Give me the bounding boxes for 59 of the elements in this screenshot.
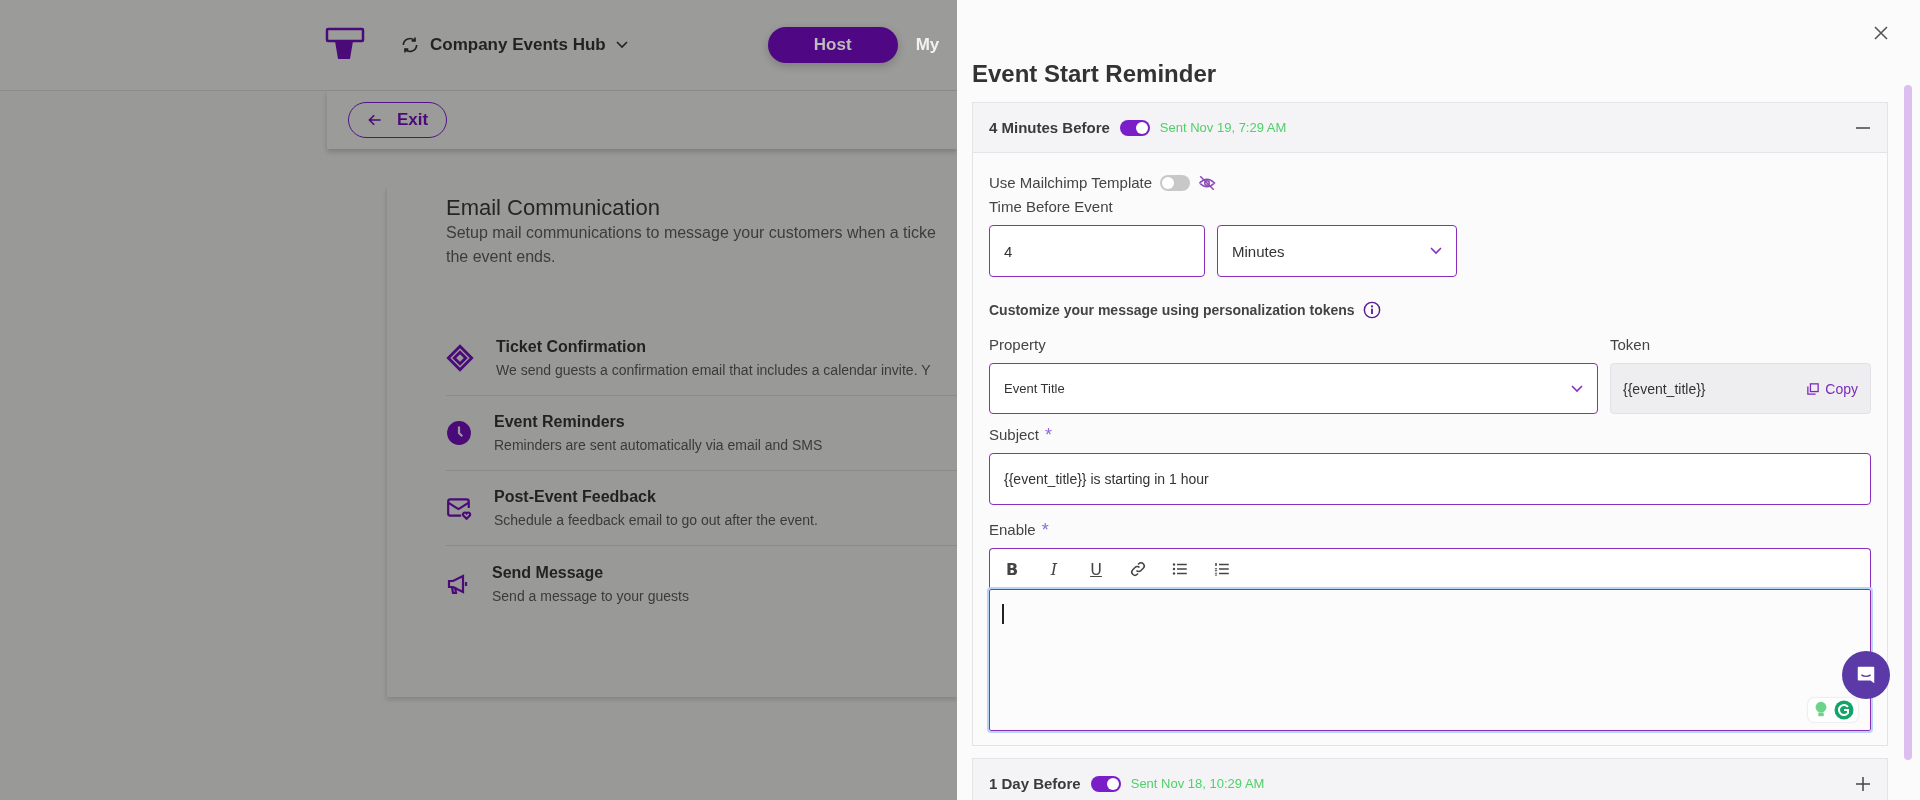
reminder-label: 1 Day Before — [989, 775, 1081, 792]
reminder-header[interactable]: 1 Day Before Sent Nov 18, 10:29 AM — [973, 759, 1887, 800]
item-description: Schedule a feedback email to go out after the event. — [494, 512, 818, 528]
token-value: {{event_title}} — [1623, 380, 1706, 397]
reminder-label: 4 Minutes Before — [989, 119, 1110, 136]
envelope-heart-icon — [446, 495, 472, 521]
field-label: Token — [1610, 335, 1652, 355]
sent-status: Sent Nov 18, 10:29 AM — [1130, 776, 1265, 791]
field-label: Time Before Event — [989, 197, 1114, 217]
text-cursor — [1002, 604, 1004, 624]
copy-button[interactable]: Copy — [1807, 380, 1858, 397]
item-description: Send a message to your guests — [492, 587, 689, 604]
copy-icon — [1807, 382, 1820, 395]
chat-icon — [1855, 664, 1877, 686]
toggle-switch[interactable] — [1090, 775, 1121, 792]
expand-icon[interactable] — [1855, 775, 1871, 792]
item-title[interactable]: Send Message — [492, 563, 689, 582]
chevron-down-icon — [1571, 384, 1583, 393]
chevron-down-icon — [1430, 247, 1442, 255]
message-editor[interactable] — [989, 589, 1871, 731]
ticket-icon — [446, 344, 474, 372]
section-description: the event ends. — [446, 247, 557, 267]
section-title: Email Communication — [446, 195, 661, 221]
toggle-switch[interactable] — [1119, 119, 1150, 136]
eye-off-icon[interactable] — [1198, 174, 1217, 192]
arrow-left-icon — [367, 112, 383, 128]
italic-button[interactable]: I — [1044, 557, 1064, 581]
info-icon[interactable] — [1362, 301, 1381, 319]
scrollbar[interactable] — [1904, 85, 1912, 760]
field-label: Subject — [989, 425, 1040, 445]
toggle-switch[interactable] — [1160, 175, 1191, 191]
subject-input[interactable]: {{event_title}} is starting in 1 hour — [989, 453, 1871, 505]
time-input[interactable]: 4 — [989, 225, 1205, 277]
field-label: Enable — [989, 520, 1036, 540]
drawer-title: Event Start Reminder — [972, 60, 1218, 88]
clock-icon — [446, 420, 472, 446]
workspace-name[interactable]: Company Events Hub — [430, 35, 606, 55]
close-icon — [1874, 26, 1888, 40]
item-title[interactable]: Post-Event Feedback — [494, 488, 818, 506]
item-title[interactable]: Ticket Confirmation — [496, 338, 931, 356]
bold-button[interactable]: B — [1002, 557, 1022, 581]
field-label: Property — [989, 335, 1047, 355]
chevron-down-icon — [615, 41, 628, 49]
item-description: We send guests a confirmation email that includes a calendar invite. Y — [496, 362, 931, 378]
section-heading: Customize your message using personalization tokens — [989, 302, 1355, 318]
role-tab[interactable]: Host — [767, 27, 898, 63]
item-description: Reminders are sent automatically via email and SMS — [494, 437, 823, 453]
required-mark: * — [1045, 424, 1053, 446]
sent-status: Sent Nov 19, 7:29 AM — [1159, 120, 1287, 135]
grammar-checker-icon[interactable] — [1834, 700, 1854, 720]
refresh-icon[interactable] — [400, 35, 420, 55]
underline-button[interactable]: U — [1086, 557, 1106, 581]
required-mark: * — [1041, 519, 1049, 541]
reminder-header[interactable]: 4 Minutes Before Sent Nov 19, 7:29 AM — [973, 103, 1887, 153]
property-select[interactable]: Event Title — [989, 363, 1598, 414]
section-description: Setup mail communications to message your customers when a ticke — [446, 223, 937, 243]
field-label: Use Mailchimp Template — [989, 173, 1153, 193]
unit-select[interactable]: Minutes — [1217, 225, 1457, 277]
item-title[interactable]: Event Reminders — [494, 413, 823, 431]
